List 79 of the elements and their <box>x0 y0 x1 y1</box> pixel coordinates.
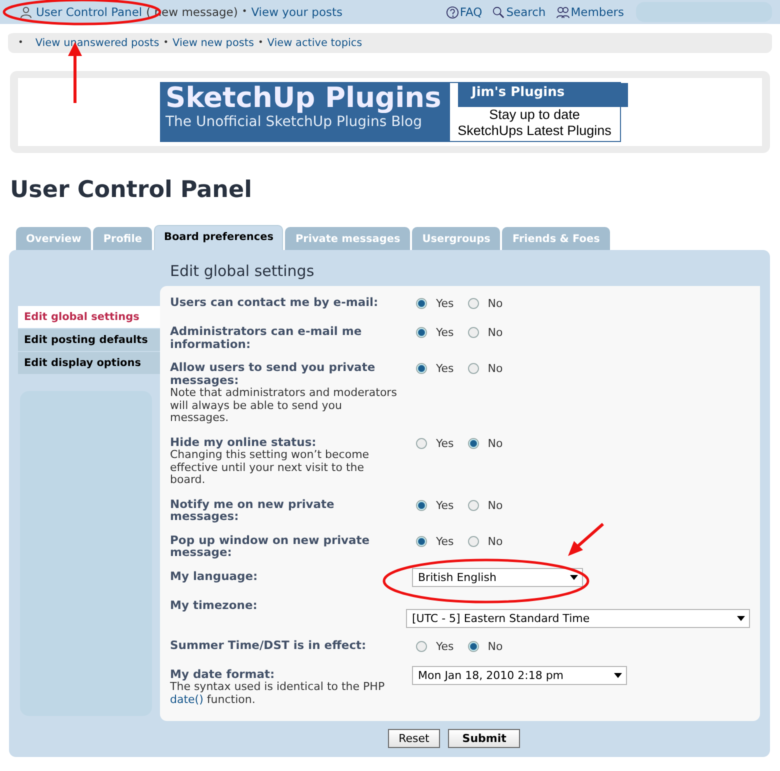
select-field[interactable]: Mon Jan 18, 2010 2:18 pm <box>412 666 627 684</box>
caret-icon <box>614 672 622 678</box>
setting-label: Users can contact me by e-mail: <box>170 296 380 308</box>
banner-side-text: Stay up to date <box>489 107 580 123</box>
section-title: Edit global settings <box>170 262 316 280</box>
radio-label: No <box>488 362 503 375</box>
radio-label: No <box>488 436 503 450</box>
banner-side-text: SketchUps Latest Plugins <box>458 123 612 139</box>
ucp-link[interactable]: User Control Panel <box>36 5 142 19</box>
help-icon <box>446 6 459 18</box>
submit-button[interactable]: Submit <box>448 729 520 748</box>
radio-button[interactable] <box>468 298 479 309</box>
radio-label: Yes <box>436 326 454 339</box>
setting-label: Summer Time/DST is in effect: <box>170 638 368 651</box>
banner-title: SketchUp Plugins <box>166 82 442 114</box>
bullet: • <box>163 38 168 48</box>
sidebar-item[interactable]: Edit display options <box>18 352 160 374</box>
banner-main[interactable]: SketchUp Plugins The Unofficial SketchUp Plugins Blog <box>160 82 448 142</box>
banner-subtitle: The Unofficial SketchUp Plugins Blog <box>166 114 424 130</box>
radio-button[interactable] <box>468 640 479 652</box>
radio-label: Yes <box>436 498 454 512</box>
users-icon <box>556 6 570 18</box>
select-field[interactable]: [UTC - 5] Eastern Standard Time <box>406 608 750 628</box>
sidebar-item[interactable]: Edit posting defaults <box>18 329 160 351</box>
radio-label: No <box>488 326 503 339</box>
user-icon <box>20 6 32 18</box>
radio-button[interactable] <box>416 298 427 309</box>
radio-label: Yes <box>436 640 454 652</box>
setting-note: The syntax used is identical to the PHP date() function. <box>170 681 386 706</box>
page-title: User Control Panel <box>10 177 254 203</box>
header-link[interactable]: FAQ <box>446 5 482 19</box>
bullet: • <box>242 7 248 17</box>
header-link[interactable]: Search <box>492 5 546 19</box>
radio-label: No <box>488 297 503 310</box>
caret-icon <box>570 574 578 580</box>
view-posts-link[interactable]: View your posts <box>251 5 342 19</box>
search-icon <box>492 6 506 18</box>
radio-button[interactable] <box>416 363 427 374</box>
sidebar-item[interactable]: Edit global settings <box>18 306 160 328</box>
select-field[interactable]: British English <box>412 568 583 586</box>
radio-button[interactable] <box>468 327 479 338</box>
date-link[interactable]: date() <box>170 692 204 706</box>
reset-button[interactable]: Reset <box>388 729 440 748</box>
annotation-arrow <box>568 522 604 556</box>
setting-label: Administrators can e-mail me information: <box>170 325 363 350</box>
radio-button[interactable] <box>416 536 427 546</box>
setting-label: Hide my online status: <box>170 436 318 448</box>
radio-button[interactable] <box>416 327 427 338</box>
bullet: • <box>258 38 264 48</box>
bullet: • <box>18 38 24 48</box>
tab[interactable]: Board preferences <box>154 225 284 250</box>
radio-button[interactable] <box>468 438 479 448</box>
quick-link[interactable]: View new posts <box>172 37 254 49</box>
setting-note: Changing this setting won’t become effective until your next visit to the board. <box>170 449 370 486</box>
quick-link[interactable]: View active topics <box>267 37 362 49</box>
radio-label: No <box>488 498 503 512</box>
radio-button[interactable] <box>416 500 427 510</box>
radio-label: Yes <box>436 362 454 375</box>
setting-label: My date format: <box>170 668 276 680</box>
radio-button[interactable] <box>468 500 479 510</box>
radio-button[interactable] <box>468 363 479 374</box>
setting-label: My timezone: <box>170 598 258 611</box>
radio-label: Yes <box>436 436 454 450</box>
setting-label: My language: <box>170 570 259 582</box>
setting-label: Pop up window on new private message: <box>170 534 371 558</box>
caret-icon <box>737 616 745 620</box>
quick-link[interactable]: View unanswered posts <box>35 37 160 49</box>
radio-label: No <box>488 534 503 548</box>
radio-label: No <box>488 640 503 652</box>
radio-button[interactable] <box>416 640 427 652</box>
setting-label: Notify me on new private messages: <box>170 498 336 522</box>
setting-note: Note that administrators and moderators will always be able to send you messages. <box>170 387 398 424</box>
radio-button[interactable] <box>416 438 427 448</box>
radio-label: Yes <box>436 534 454 548</box>
radio-button[interactable] <box>468 536 479 546</box>
banner-side-title: Jim's Plugins <box>458 83 628 107</box>
header-link[interactable]: Members <box>556 5 624 19</box>
radio-label: Yes <box>436 297 454 310</box>
setting-label: Allow users to send you private messages: <box>170 361 376 386</box>
